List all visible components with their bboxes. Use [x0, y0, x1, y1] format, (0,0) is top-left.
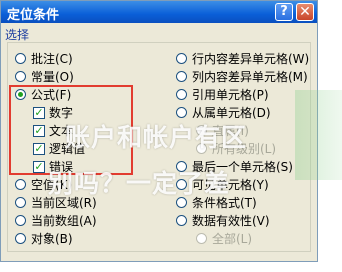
radio-icon[interactable]: [15, 233, 26, 244]
close-button[interactable]: ✕: [296, 3, 314, 21]
radio-icon[interactable]: [15, 215, 26, 226]
radio-icon[interactable]: [176, 107, 187, 118]
option-label: 全部(L): [212, 232, 253, 246]
option-label: 数据有效性(V): [192, 214, 270, 228]
title-bar: 定位条件 ? ✕: [1, 1, 317, 23]
option-label: 列内容差异单元格(M): [192, 70, 308, 84]
radio-icon[interactable]: [15, 197, 26, 208]
option-label: 引用单元格(P): [192, 88, 269, 102]
watermark-overlay-line1: 账户和帐户有区: [65, 123, 248, 152]
option-label: 行内容差异单元格(W): [192, 52, 310, 66]
option-label: 常量(O): [31, 70, 74, 84]
radio-icon[interactable]: [176, 53, 187, 64]
radio-icon[interactable]: [15, 179, 26, 190]
decorative-band: [295, 90, 342, 180]
radio-icon[interactable]: [15, 53, 26, 64]
watermark-overlay-line2: 别吗？一定了差: [48, 169, 231, 198]
radio-icon[interactable]: [176, 71, 187, 82]
option-label: 批注(C): [31, 52, 73, 66]
option-label: 对象(B): [31, 232, 73, 246]
group-label: 选择: [5, 28, 30, 42]
radio-icon[interactable]: [15, 71, 26, 82]
radio-icon[interactable]: [176, 215, 187, 226]
dialog-title: 定位条件: [7, 8, 60, 23]
radio-disabled-icon: [196, 233, 207, 244]
help-button[interactable]: ?: [275, 3, 293, 21]
option-label: 当前数组(A): [31, 214, 97, 228]
radio-icon[interactable]: [176, 89, 187, 100]
